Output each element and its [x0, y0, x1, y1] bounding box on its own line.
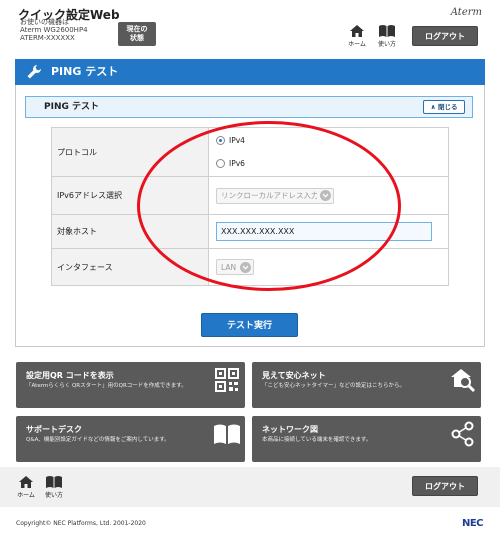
home-nav[interactable]: ホーム [343, 24, 371, 48]
help-nav[interactable]: 使い方 [373, 24, 401, 48]
wrench-icon [27, 65, 41, 79]
logout-button[interactable]: ログアウト [412, 26, 478, 46]
page-title-bar: PING テスト [15, 59, 485, 85]
section-header: PING テスト ∧ 閉じる [25, 96, 473, 118]
device-id: ATERM-XXXXXX [20, 34, 75, 42]
collapse-button[interactable]: ∧ 閉じる [423, 100, 465, 114]
network-icon [451, 421, 474, 447]
support-desk-card[interactable]: サポートデスク Q&A、機能別設定ガイドなどの情報をご案内しています。 [16, 416, 245, 462]
home-icon [19, 476, 33, 488]
chevron-up-icon: ∧ [430, 103, 436, 111]
book-icon [214, 424, 240, 444]
device-model: Aterm WG2600HP4 [20, 26, 88, 34]
section-title: PING テスト [44, 102, 99, 112]
book-icon [46, 476, 62, 488]
run-test-button[interactable]: テスト実行 [201, 313, 298, 337]
nec-logo: NEC [461, 518, 484, 529]
current-status-button[interactable]: 現在の 状態 [118, 22, 156, 46]
qr-code-icon [215, 368, 239, 392]
network-map-card[interactable]: ネットワーク図 本商品に接続している端末を確認できます。 [252, 416, 481, 462]
copyright: Copyright© NEC Platforms, Ltd. 2001-2020 [16, 520, 146, 527]
footer-logout-button[interactable]: ログアウト [412, 476, 478, 496]
home-icon [350, 25, 364, 37]
device-label: お使いの機器は [20, 18, 69, 26]
header: クイック設定Web お使いの機器は Aterm WG2600HP4 ATERM-… [0, 0, 500, 50]
brand-logo: Aterm [450, 7, 482, 18]
mieru-anshin-card[interactable]: 見えて安心ネット 「こども安心ネットタイマー」などの設定はこちらから。 [252, 362, 481, 408]
home-search-icon [451, 369, 476, 393]
footer-home-nav[interactable]: ホーム [12, 475, 40, 499]
qr-code-card[interactable]: 設定用QR コードを表示 「Atermらくらく QRスタート」用のQRコードを作… [16, 362, 245, 408]
footer-nav: ホーム 使い方 ログアウト [0, 467, 500, 507]
book-icon [379, 25, 395, 37]
highlight-ellipse [137, 121, 401, 291]
page-title: PING テスト [51, 65, 119, 78]
footer-help-nav[interactable]: 使い方 [40, 475, 68, 499]
